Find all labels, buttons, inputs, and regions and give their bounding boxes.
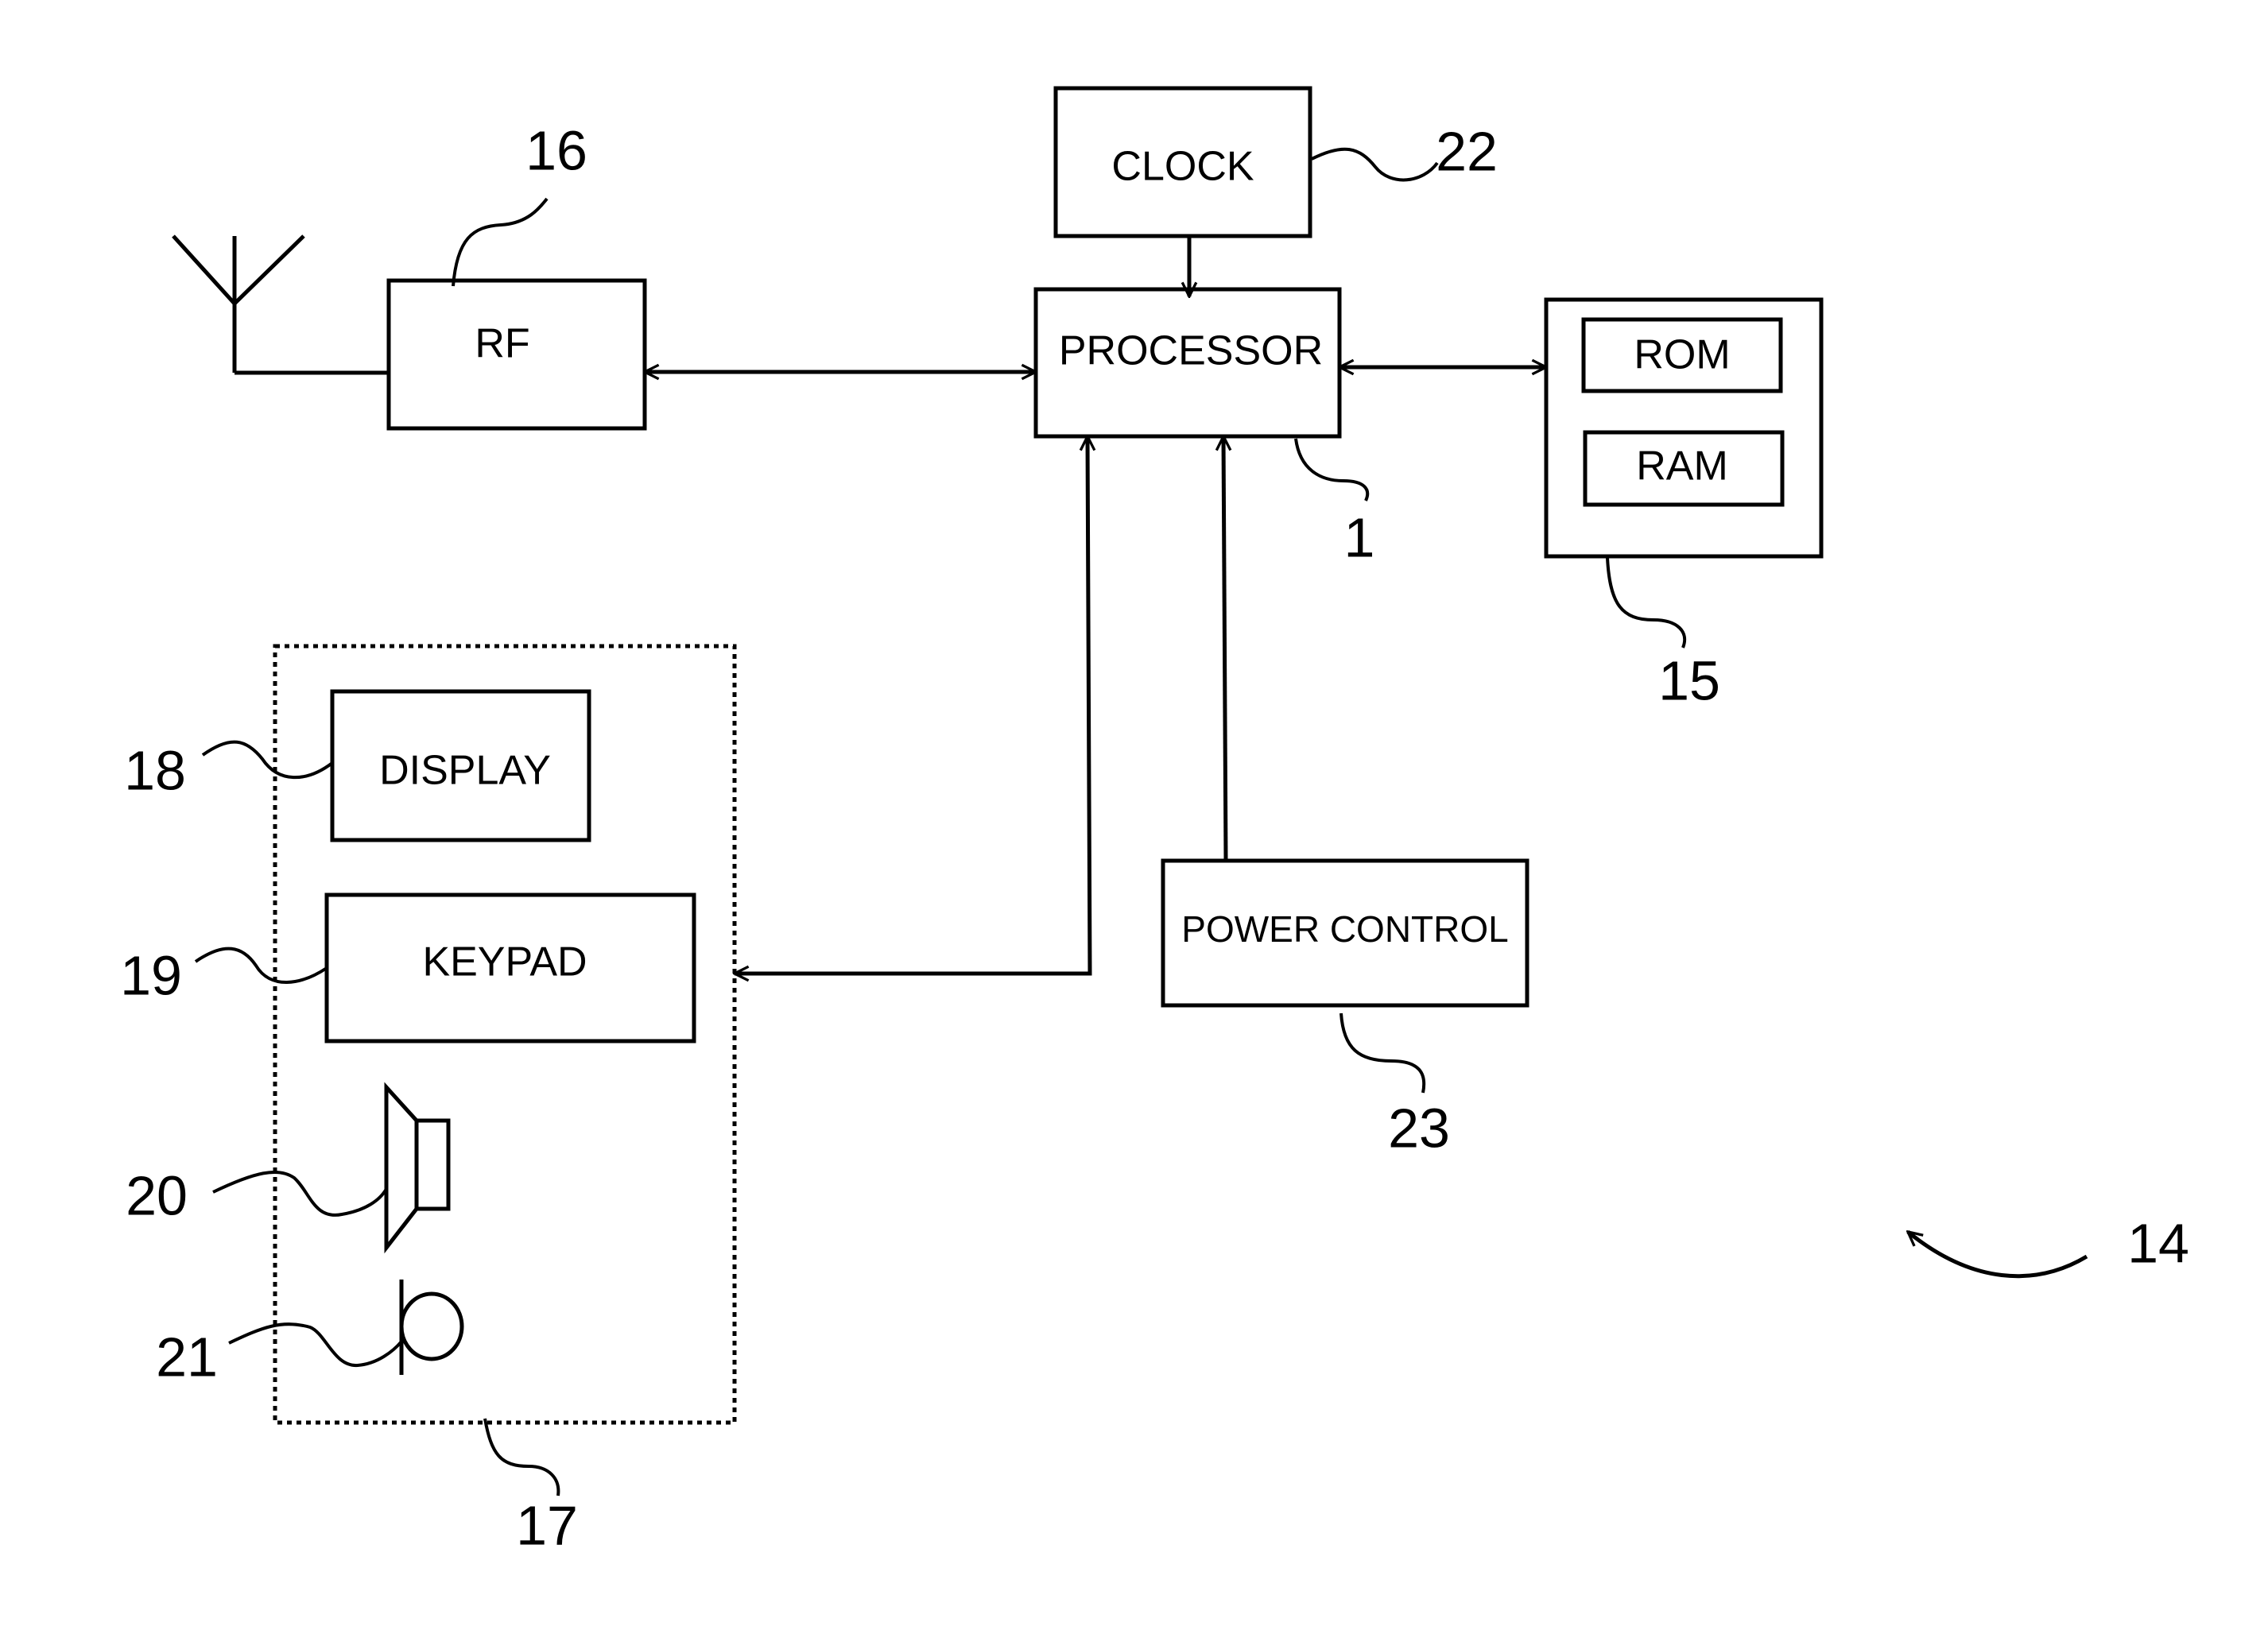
display-leader-line [201,740,334,780]
clock-label: CLOCK [1111,144,1254,190]
power-leader-line [1339,1012,1426,1094]
ui-ref-numeral: 17 [516,1494,578,1556]
keypad-label: KEYPAD [422,939,587,985]
memory-ref-numeral: 15 [1658,649,1720,711]
device-reference-arrow [1908,1232,2088,1279]
rf-label: RF [475,321,529,367]
rf-ref-numeral: 16 [525,119,587,181]
rf-leader-line [452,197,549,287]
rom-label: ROM [1634,332,1730,378]
power-control-label: POWER CONTROL [1181,908,1508,950]
display-ref-numeral: 18 [124,739,186,801]
processor-block: PROCESSOR [1033,287,1342,439]
speaker-ref-numeral: 20 [126,1164,188,1226]
power-ref-numeral: 23 [1388,1097,1450,1159]
keypad-ref-numeral: 19 [120,944,182,1006]
speaker-leader-line [212,1170,388,1217]
power-control-block: POWER CONTROL [1161,858,1529,1008]
processor-label: PROCESSOR [1059,328,1323,374]
power-processor-connection [1223,436,1226,861]
clock-leader-line [1311,147,1439,182]
microphone-icon [399,1280,464,1375]
keypad-leader-line [194,947,328,984]
memory-block: ROM RAM [1544,297,1824,559]
speaker-icon [384,1082,451,1254]
display-label: DISPLAY [379,748,551,794]
device-ref-numeral: 14 [2127,1212,2189,1274]
antenna-icon [172,234,389,375]
rf-block: RF [386,278,647,431]
microphone-leader-line [228,1322,403,1368]
processor-ref-numeral: 1 [1344,506,1375,568]
ui-processor-connection [735,436,1090,974]
block-diagram: RF 16 CLOCK 22 PROCESSOR 1 ROM RAM 15 PO… [120,86,2189,1556]
ram-label: RAM [1636,443,1728,490]
display-block: DISPLAY [330,689,591,842]
memory-leader-line [1606,557,1687,649]
microphone-ref-numeral: 21 [156,1326,218,1388]
keypad-block: KEYPAD [324,892,696,1043]
processor-leader-line [1294,438,1370,501]
ui-leader-line [483,1418,560,1496]
clock-block: CLOCK [1053,86,1312,238]
clock-ref-numeral: 22 [1436,120,1498,182]
